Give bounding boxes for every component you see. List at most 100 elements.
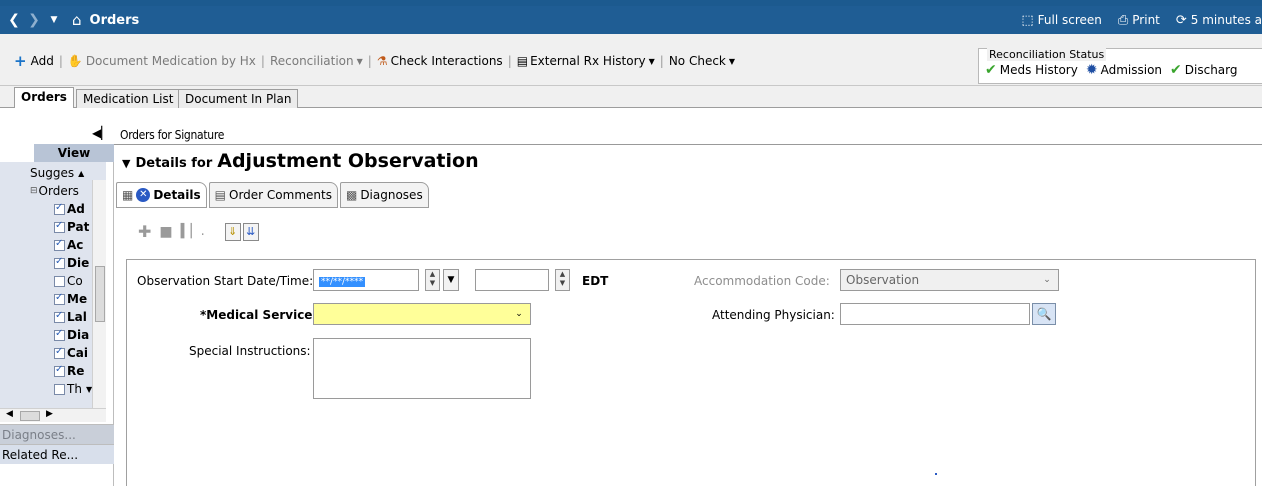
tab-order-comments-label: Order Comments — [229, 188, 332, 202]
checkbox[interactable] — [54, 364, 65, 377]
tree-item[interactable]: Ad — [54, 200, 85, 218]
expand-all-icon[interactable]: ⇊ — [242, 222, 259, 241]
tab-diagnoses-label: Diagnoses — [360, 188, 423, 202]
scroll-left-icon[interactable]: ◀ — [6, 409, 13, 419]
accommodation-select[interactable]: Observation ⌄ — [840, 269, 1059, 291]
date-spinner[interactable]: ▲ ▼ — [425, 269, 440, 291]
document-medication-button[interactable]: Document Medication by Hx — [86, 54, 256, 68]
tree-item[interactable]: ⊟ Orders — [30, 182, 79, 200]
tree-item[interactable]: Pat — [54, 218, 89, 236]
page-title: Orders — [89, 12, 140, 28]
refresh-icon: ⟳ — [1175, 12, 1187, 28]
tree-item[interactable]: Th ▼ — [54, 380, 92, 398]
checkbox[interactable] — [54, 275, 65, 287]
tree-horizontal-scrollbar[interactable]: ◀ ▶ — [0, 408, 106, 422]
full-screen-button[interactable]: ⬚ Full screen — [1021, 13, 1102, 28]
no-check-button[interactable]: No Check — [669, 54, 726, 68]
tab-medication-list[interactable]: Medication List — [76, 89, 181, 108]
checkbox[interactable] — [54, 346, 65, 359]
search-icon[interactable]: 🔍 — [1032, 303, 1056, 325]
checkbox[interactable] — [54, 328, 65, 341]
collapse-details-icon[interactable]: ▼ — [122, 157, 130, 170]
check-icon: ✔ — [985, 62, 997, 78]
attending-physician-field[interactable] — [840, 303, 1030, 325]
diagnoses-section[interactable]: Diagnoses... — [0, 424, 114, 444]
nav-bar: ❮ ❯ ▼ ⌂ Orders ⬚ Full screen ⎙ Print ⟳ 5 mi… — [0, 6, 1262, 34]
chevron-down-icon: ⌄ — [1043, 275, 1051, 285]
accommodation-value: Observation — [846, 273, 920, 287]
tree-item-label: Pat — [67, 220, 90, 234]
refresh-button[interactable]: ⟳ 5 minutes a — [1176, 13, 1262, 28]
tree-item-label: Sugges — [30, 166, 75, 180]
medical-service-label: *Medical Service: — [200, 308, 318, 322]
obs-start-label: Observation Start Date/Time: — [137, 274, 314, 288]
tree-item[interactable]: Dia — [54, 326, 89, 344]
special-instructions-textarea[interactable] — [313, 338, 531, 399]
check-interactions-button[interactable]: Check Interactions — [391, 54, 503, 68]
tab-document-in-plan[interactable]: Document In Plan — [178, 89, 299, 108]
checkbox[interactable] — [54, 220, 65, 233]
date-dropdown[interactable]: ▼ — [443, 269, 459, 291]
toolbar-separator: | — [367, 54, 372, 68]
tree-item[interactable]: Sugges ▲ — [30, 164, 84, 182]
tree-item[interactable]: Me — [54, 290, 87, 308]
document-med-icon: ✋ — [67, 54, 83, 68]
checkbox[interactable] — [54, 310, 65, 323]
remove-icon[interactable]: ■ — [159, 224, 172, 240]
next-required-icon[interactable]: ⇓ — [224, 222, 241, 241]
scroll-right-icon[interactable]: ▶ — [46, 409, 53, 419]
external-rx-history-button[interactable]: External Rx History — [530, 54, 646, 68]
reconciliation-button[interactable]: Reconciliation — [270, 54, 354, 68]
tab-order-comments[interactable]: ▤ Order Comments — [208, 182, 338, 208]
admission-status[interactable]: ✹ Admission — [1086, 62, 1162, 78]
discharge-status[interactable]: ✔ Discharg — [1170, 62, 1237, 78]
special-instructions-label: Special Instructions: — [189, 344, 311, 358]
tab-orders[interactable]: Orders — [14, 87, 74, 109]
tree-item[interactable]: Re — [54, 362, 84, 380]
printer-icon: ⎙ — [1117, 12, 1129, 28]
toolbar-separator: | — [58, 54, 63, 68]
toolbar-separator: | — [659, 54, 664, 68]
comments-icon: ▤ — [214, 188, 226, 202]
medical-service-select[interactable]: ⌄ — [313, 303, 531, 325]
obs-date-field[interactable]: **/**/**** — [313, 269, 419, 291]
checkbox[interactable] — [54, 292, 65, 305]
home-icon[interactable]: ⌂ — [72, 11, 82, 29]
related-results-section[interactable]: Related Re... — [0, 444, 114, 464]
main-tabs: Orders Medication List Document In Plan — [0, 86, 1262, 109]
discharge-label: Discharg — [1184, 63, 1238, 77]
print-button[interactable]: ⎙ Print — [1118, 13, 1160, 28]
tree-vertical-scrollbar[interactable] — [92, 180, 106, 408]
collapse-panel-icon[interactable]: ◀▏ — [92, 126, 110, 140]
tab-diagnoses[interactable]: ▩ Diagnoses — [339, 182, 429, 208]
history-dropdown-icon[interactable]: ▼ — [44, 15, 64, 25]
forward-icon[interactable]: ❯ — [24, 12, 44, 28]
tree-item[interactable]: Die — [54, 254, 89, 272]
checkbox[interactable] — [54, 383, 65, 395]
tree-item-label: Th — [67, 382, 82, 396]
scrollbar-thumb[interactable] — [20, 411, 40, 421]
tree-item-label: Lal — [67, 310, 87, 324]
time-spinner[interactable]: ▲ ▼ — [555, 269, 570, 291]
tree-item[interactable]: Lal — [54, 308, 87, 326]
orders-for-signature-link[interactable]: Orders for Signature — [120, 128, 224, 142]
scrollbar-thumb[interactable] — [95, 266, 105, 322]
tab-details[interactable]: ▦ ✕ Details — [116, 182, 207, 208]
tree-item[interactable]: Cai — [54, 344, 88, 362]
print-label: Print — [1132, 13, 1160, 27]
collapse-node-icon: ⊟ — [30, 186, 38, 196]
add-button[interactable]: Add — [31, 54, 54, 68]
checkbox[interactable] — [54, 202, 65, 215]
obs-time-field[interactable] — [475, 269, 549, 291]
cursor-dot — [935, 473, 937, 475]
check-interactions-icon: ⚗ — [376, 54, 388, 68]
reconciliation-status-title: Reconciliation Status — [987, 48, 1107, 61]
meds-history-status[interactable]: ✔ Meds History — [985, 62, 1078, 78]
chart-icon[interactable]: ▍▏. — [181, 224, 205, 239]
tree-item[interactable]: Co — [54, 272, 83, 290]
checkbox[interactable] — [54, 238, 65, 251]
back-icon[interactable]: ❮ — [4, 12, 24, 28]
checkbox[interactable] — [54, 256, 65, 269]
tree-item[interactable]: Ac — [54, 236, 83, 254]
add-detail-icon[interactable]: ✚ — [138, 222, 151, 241]
